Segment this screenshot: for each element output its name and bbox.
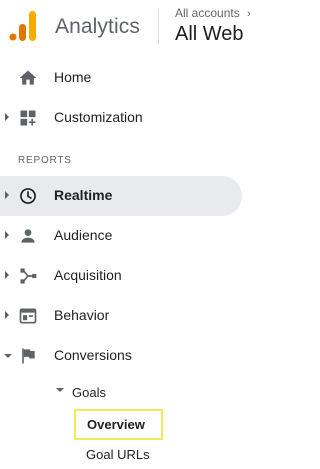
nav-item-home[interactable]: Home [0, 58, 242, 98]
analytics-sidebar: Analytics All accounts › All Web Home Cu… [0, 0, 256, 469]
nav-label: Acquisition [54, 267, 122, 283]
nav-subitem-goals[interactable]: Goals [56, 380, 176, 406]
app-title: Analytics [55, 15, 140, 38]
nav-item-acquisition[interactable]: Acquisition [0, 256, 242, 296]
person-icon [21, 229, 35, 243]
chevron-right-icon: › [247, 8, 251, 20]
nav-label: Behavior [54, 307, 110, 323]
analytics-logo[interactable] [9, 10, 37, 42]
nav-label: Realtime [54, 187, 113, 203]
account-name: All Web [175, 23, 244, 45]
goals-label: Goals [72, 385, 106, 400]
nav-item-realtime[interactable]: Realtime [0, 176, 242, 216]
overview-label: Overview [87, 417, 145, 432]
caret-right-icon[interactable] [5, 113, 9, 121]
account-switcher[interactable]: All accounts › All Web [175, 5, 256, 49]
nav-item-behavior[interactable]: Behavior [0, 296, 242, 336]
clock-icon [20, 188, 36, 204]
caret-right-icon[interactable] [5, 191, 9, 199]
header: Analytics All accounts › All Web [0, 0, 256, 56]
caret-right-icon[interactable] [5, 231, 9, 239]
branch-icon [20, 268, 37, 284]
nav-subitem-goal-urls[interactable]: Goal URLs [86, 447, 206, 469]
caret-down-icon[interactable] [56, 388, 64, 392]
caret-right-icon[interactable] [5, 271, 9, 279]
dashboard-add-icon [20, 110, 36, 126]
reports-section-heading: REPORTS [18, 155, 72, 166]
nav-subitem-overview[interactable]: Overview [74, 409, 163, 440]
home-icon [19, 70, 37, 85]
nav-label: Customization [54, 109, 143, 125]
nav-item-customization[interactable]: Customization [0, 98, 242, 138]
caret-down-icon[interactable] [4, 354, 12, 358]
nav-label: Home [54, 69, 92, 85]
caret-right-icon[interactable] [5, 311, 9, 319]
browser-window-icon [19, 308, 37, 324]
header-divider [158, 8, 159, 44]
nav-label: Conversions [54, 347, 132, 363]
nav-item-audience[interactable]: Audience [0, 216, 242, 256]
nav-label: Audience [54, 227, 113, 243]
account-caption: All accounts [175, 6, 240, 20]
nav-item-conversions[interactable]: Conversions [0, 336, 242, 376]
flag-icon [22, 348, 35, 364]
